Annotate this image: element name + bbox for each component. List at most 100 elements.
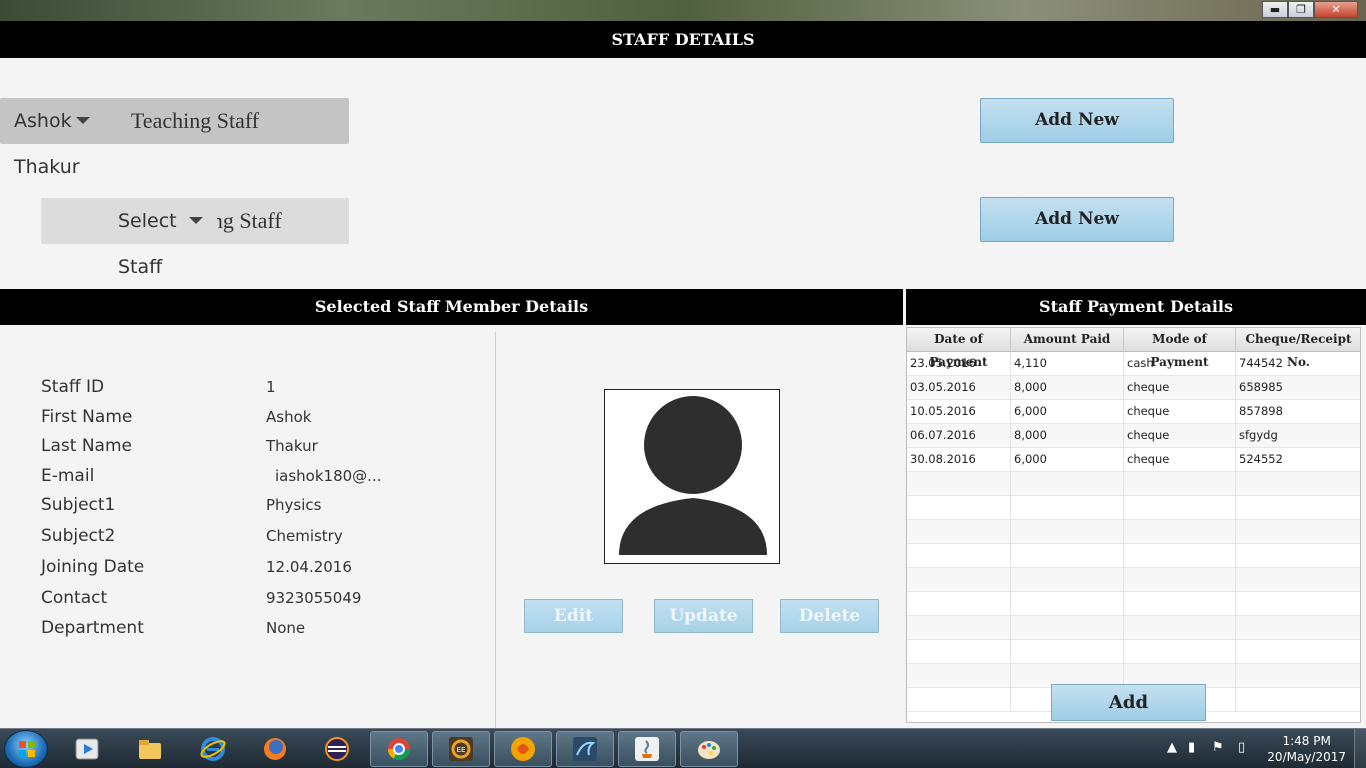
column-header-date[interactable]: Date of Payment <box>907 328 1011 369</box>
table-cell: cheque <box>1124 424 1236 448</box>
table-cell: 6,000 <box>1011 448 1124 472</box>
table-row[interactable]: 06.07.2016 8,000 cheque sfgydg <box>907 424 1360 448</box>
panel-divider <box>495 332 496 728</box>
table-cell: 6,000 <box>1011 400 1124 424</box>
non-teaching-staff-placeholder: Select Staff <box>118 210 177 278</box>
table-cell: cheque <box>1124 448 1236 472</box>
mysql-workbench-icon[interactable] <box>556 731 614 767</box>
detail-value: Physics <box>266 496 322 514</box>
detail-row-department: Department None <box>41 618 481 642</box>
paint-icon[interactable] <box>680 731 738 767</box>
table-cell: 744542 <box>1236 352 1360 376</box>
user-avatar-icon <box>605 390 779 563</box>
table-row[interactable]: 10.05.2016 6,000 cheque 857898 <box>907 400 1360 424</box>
table-cell: 23.05.2016 <box>907 352 1011 376</box>
table-cell: 8,000 <box>1011 376 1124 400</box>
clock-time: 1:48 PM <box>1282 734 1331 748</box>
file-explorer-icon[interactable] <box>121 731 179 767</box>
column-header-cheque[interactable]: Cheque/Receipt No. <box>1236 328 1360 369</box>
java-app-icon[interactable] <box>618 731 676 767</box>
detail-row-last-name: Last Name Thakur <box>41 436 481 460</box>
firefox-icon[interactable] <box>246 731 304 767</box>
table-row[interactable]: 23.05.2016 4,110 cash 744542 <box>907 352 1360 376</box>
minimize-button[interactable]: ▬ <box>1262 1 1288 18</box>
taskbar: EE ▲ ▮ ⚑ ▯ 1:48 PM 20/May/2017 <box>0 728 1366 768</box>
table-cell: 658985 <box>1236 376 1360 400</box>
app-window: STAFF DETAILS Teaching Staff Ashok Thaku… <box>0 21 1366 728</box>
edit-button[interactable]: Edit <box>524 599 623 633</box>
system-clock[interactable]: 1:48 PM 20/May/2017 <box>1267 733 1346 765</box>
detail-row-subject2: Subject2 Chemistry <box>41 526 481 550</box>
action-center-flag-icon[interactable]: ⚑ <box>1212 740 1224 755</box>
detail-value: None <box>266 619 306 637</box>
clock-date: 20/May/2017 <box>1267 750 1346 764</box>
svg-text:EE: EE <box>457 746 466 754</box>
start-button[interactable] <box>4 730 48 768</box>
detail-value: Thakur <box>266 437 318 455</box>
detail-row-subject1: Subject1 Physics <box>41 495 481 519</box>
table-cell: cheque <box>1124 400 1236 424</box>
detail-value: 9323055049 <box>266 589 362 607</box>
detail-value: iashok180@... <box>275 467 382 485</box>
empty-table-row <box>907 640 1360 664</box>
detail-value: Ashok <box>266 408 312 426</box>
empty-table-row <box>907 592 1360 616</box>
java-ee-ide-icon[interactable]: EE <box>432 731 490 767</box>
table-cell: cheque <box>1124 376 1236 400</box>
payment-details-header: Staff Payment Details <box>906 289 1366 325</box>
update-button[interactable]: Update <box>654 599 753 633</box>
detail-label: Contact <box>41 588 108 608</box>
close-button[interactable]: ✕ <box>1314 1 1358 18</box>
teaching-staff-selected-value: Ashok Thakur <box>14 110 80 178</box>
non-teaching-staff-dropdown[interactable]: Select Staff <box>104 198 217 278</box>
page-title: STAFF DETAILS <box>0 21 1366 58</box>
chevron-down-icon <box>189 217 203 224</box>
empty-table-row <box>907 496 1360 520</box>
table-cell: 857898 <box>1236 400 1360 424</box>
table-cell: 06.07.2016 <box>907 424 1011 448</box>
media-player-icon[interactable] <box>58 731 116 767</box>
table-cell: 8,000 <box>1011 424 1124 448</box>
detail-row-joining-date: Joining Date 12.04.2016 <box>41 557 481 581</box>
table-cell: sfgydg <box>1236 424 1360 448</box>
detail-label: Department <box>41 618 144 638</box>
staff-photo <box>604 389 780 564</box>
eclipse-icon[interactable] <box>308 731 366 767</box>
table-cell: 524552 <box>1236 448 1360 472</box>
add-payment-button[interactable]: Add <box>1051 684 1206 721</box>
empty-table-row <box>907 472 1360 496</box>
windows-logo-icon <box>19 741 35 757</box>
teaching-staff-dropdown[interactable]: Ashok Thakur <box>0 98 104 178</box>
detail-value: Chemistry <box>266 527 343 545</box>
swirl-app-icon[interactable] <box>494 731 552 767</box>
detail-row-contact: Contact 9323055049 <box>41 588 481 612</box>
payment-table: Date of Payment Amount Paid Mode of Paym… <box>906 327 1361 723</box>
internet-explorer-icon[interactable] <box>184 731 242 767</box>
detail-label: Joining Date <box>41 557 145 577</box>
show-desktop-button[interactable] <box>1354 729 1366 768</box>
column-header-amount[interactable]: Amount Paid <box>1011 328 1124 352</box>
maximize-button[interactable]: ❐ <box>1288 1 1314 18</box>
detail-value: 1 <box>266 378 276 396</box>
chrome-icon[interactable] <box>370 731 428 767</box>
detail-value: 12.04.2016 <box>266 558 352 576</box>
detail-label: Subject1 <box>41 495 116 515</box>
add-new-teaching-button[interactable]: Add New <box>980 98 1174 143</box>
empty-table-row <box>907 544 1360 568</box>
table-row[interactable]: 30.08.2016 6,000 cheque 524552 <box>907 448 1360 472</box>
column-header-mode[interactable]: Mode of Payment <box>1124 328 1236 369</box>
network-icon[interactable]: ▮ <box>1188 740 1195 755</box>
add-new-non-teaching-button[interactable]: Add New <box>980 197 1174 242</box>
detail-row-first-name: First Name Ashok <box>41 407 481 431</box>
empty-table-row <box>907 568 1360 592</box>
chevron-down-icon <box>76 117 90 124</box>
battery-icon[interactable]: ▯ <box>1238 740 1245 755</box>
table-header: Date of Payment Amount Paid Mode of Paym… <box>907 328 1360 369</box>
delete-button[interactable]: Delete <box>780 599 879 633</box>
empty-table-row <box>907 520 1360 544</box>
window-controls: ▬ ❐ ✕ <box>1262 1 1358 18</box>
table-row[interactable]: 03.05.2016 8,000 cheque 658985 <box>907 376 1360 400</box>
show-hidden-icons-icon[interactable]: ▲ <box>1167 740 1177 755</box>
table-cell: 4,110 <box>1011 352 1124 376</box>
window-title-bar: ▬ ❐ ✕ <box>0 0 1366 21</box>
